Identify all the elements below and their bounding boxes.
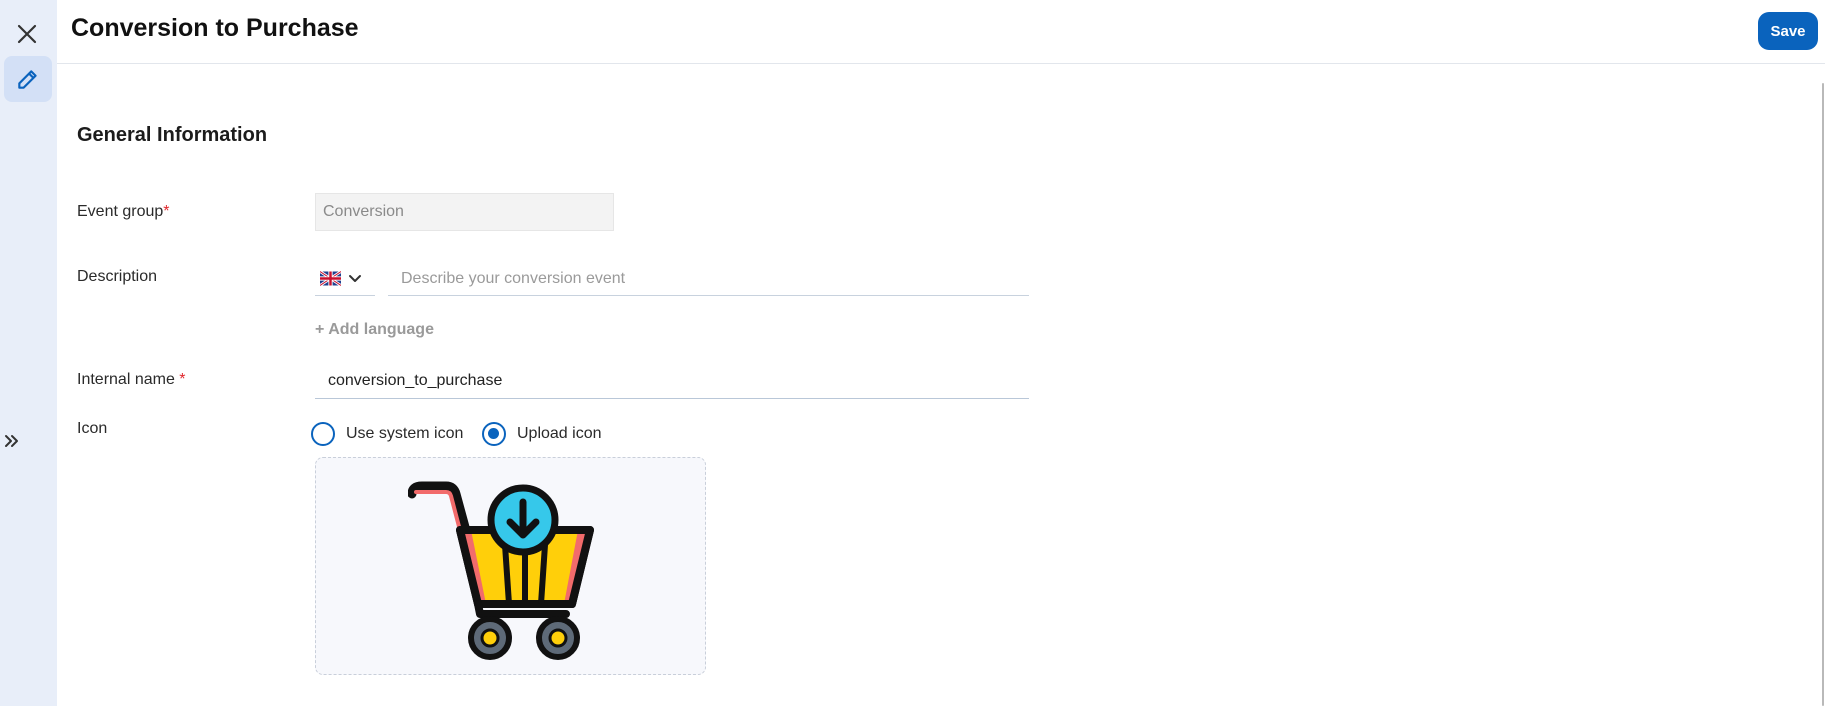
icon-upload-area[interactable]: [315, 457, 706, 675]
radio-button[interactable]: [311, 422, 335, 446]
description-label: Description: [77, 268, 158, 285]
radio-button[interactable]: [482, 422, 506, 446]
required-mark: *: [163, 203, 170, 220]
page-title: Conversion to Purchase: [71, 14, 359, 42]
internal-name-label-text: Internal name: [77, 371, 175, 388]
required-mark: *: [179, 371, 186, 388]
section-title: General Information: [77, 124, 268, 146]
pencil-icon: [18, 70, 37, 89]
scrollbar[interactable]: [1818, 63, 1825, 706]
internal-name-input[interactable]: [315, 364, 1029, 399]
radio-label: Upload icon: [517, 425, 602, 442]
add-language-link[interactable]: + Add language: [315, 321, 434, 339]
radio-upload-icon[interactable]: Upload icon: [482, 419, 602, 449]
close-icon[interactable]: [13, 20, 41, 48]
event-group-label-text: Event group: [77, 203, 164, 220]
description-input[interactable]: [388, 262, 1029, 296]
event-group-label: Event group*: [77, 203, 170, 221]
radio-label: Use system icon: [346, 425, 464, 442]
edit-button[interactable]: [4, 56, 52, 102]
shopping-cart-download-icon: [408, 481, 594, 660]
page-header: Conversion to Purchase Save: [57, 0, 1825, 64]
icon-label: Icon: [77, 420, 108, 437]
double-chevron-right-icon[interactable]: [2, 431, 22, 451]
internal-name-label: Internal name *: [77, 371, 186, 389]
uk-flag-icon: [320, 271, 341, 286]
left-rail: [0, 0, 57, 706]
radio-use-system-icon[interactable]: Use system icon: [311, 419, 463, 449]
save-button[interactable]: Save: [1758, 12, 1818, 50]
language-select[interactable]: [315, 262, 375, 296]
chevron-down-icon: [349, 274, 361, 282]
scrollbar-thumb[interactable]: [1822, 83, 1824, 706]
event-group-field: Conversion: [315, 193, 614, 231]
